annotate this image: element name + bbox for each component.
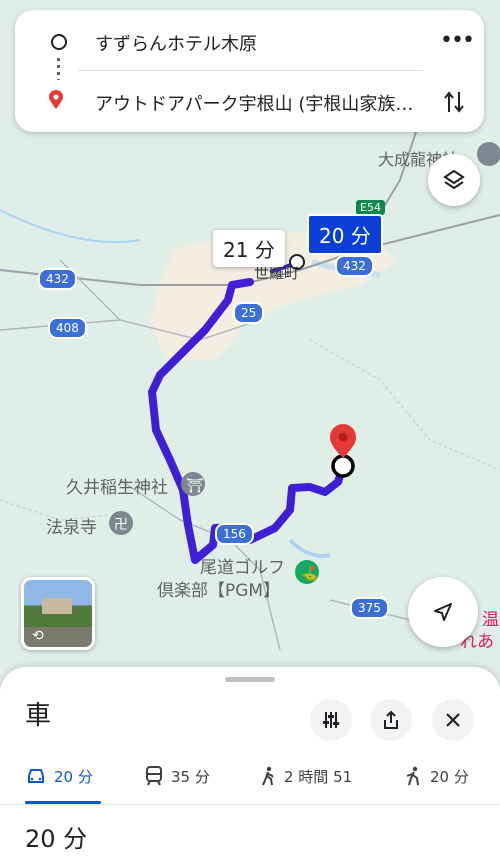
place-kui-shrine: 久井稲生神社 <box>66 478 168 498</box>
shrine-icon-2 <box>477 142 500 166</box>
sheet-title: 車 <box>25 701 52 731</box>
destination-pin-small-icon <box>49 90 63 109</box>
road-shield-432-east: 432 <box>335 255 374 277</box>
tune-icon <box>323 712 339 728</box>
road-shield-156: 156 <box>215 523 254 545</box>
selected-route-time-bubble[interactable]: 20 分 <box>307 214 383 255</box>
tab-walk-label: 2 時間 51 <box>284 767 353 786</box>
route-dots-icon <box>57 58 60 80</box>
origin-circle-icon <box>51 34 67 50</box>
bottom-sheet: 車 20 分 35 分 2 時間 51 20 分 20 分 <box>0 667 500 858</box>
destination-field[interactable]: アウトドアパーク宇根山 (宇根山家族… <box>95 90 440 116</box>
place-golf-line1: 尾道ゴルフ <box>200 558 285 578</box>
swap-directions-icon[interactable] <box>443 90 465 114</box>
more-options-icon[interactable]: ••• <box>440 28 475 53</box>
layers-button[interactable] <box>428 154 480 206</box>
route-card-divider <box>78 70 423 71</box>
ride-icon <box>406 766 419 786</box>
close-button[interactable] <box>432 699 474 741</box>
origin-field[interactable]: すずらんホテル木原 <box>95 30 257 56</box>
road-shield-375: 375 <box>350 597 389 619</box>
svg-text:⛳: ⛳ <box>301 565 318 582</box>
sheet-drag-handle[interactable] <box>225 677 275 682</box>
tab-car[interactable]: 20 分 <box>26 761 93 791</box>
tab-transit-label: 35 分 <box>171 767 210 786</box>
route-card: すずらんホテル木原 アウトドアパーク宇根山 (宇根山家族… ••• <box>15 10 484 132</box>
recenter-button[interactable] <box>408 577 478 647</box>
tab-walk[interactable]: 2 時間 51 <box>260 761 352 791</box>
tab-transit[interactable]: 35 分 <box>145 761 210 791</box>
expressway-shield-e54: E54 <box>356 200 385 215</box>
route-options-button[interactable] <box>310 699 352 741</box>
street-view-thumbnail[interactable]: ⟲ <box>21 577 95 650</box>
share-button[interactable] <box>370 699 412 741</box>
tab-car-label: 20 分 <box>54 767 93 786</box>
road-shield-25: 25 <box>233 302 265 324</box>
close-icon <box>446 713 460 727</box>
street-view-rotate-icon: ⟲ <box>32 628 44 644</box>
place-hosen-temple: 法泉寺 <box>46 518 97 538</box>
car-icon <box>28 769 44 783</box>
layers-icon <box>443 169 465 190</box>
place-golf-line2: 倶楽部【PGM】 <box>157 581 281 601</box>
route-summary-time: 20 分 <box>25 825 88 853</box>
road-shield-432: 432 <box>38 268 77 290</box>
tabs-divider <box>0 804 500 805</box>
svg-text:卍: 卍 <box>114 517 128 533</box>
walk-icon <box>262 766 274 786</box>
destination-point <box>331 454 355 478</box>
road-shield-408: 408 <box>48 317 87 339</box>
share-icon <box>384 710 398 729</box>
tab-ride[interactable]: 20 分 <box>404 761 469 791</box>
svg-text:⛩: ⛩ <box>186 478 204 494</box>
alt-route-time-bubble[interactable]: 21 分 <box>213 230 285 267</box>
building-shape <box>42 598 72 614</box>
tab-ride-label: 20 分 <box>430 767 469 786</box>
train-icon <box>146 766 162 786</box>
navigation-arrow-icon <box>434 603 452 621</box>
